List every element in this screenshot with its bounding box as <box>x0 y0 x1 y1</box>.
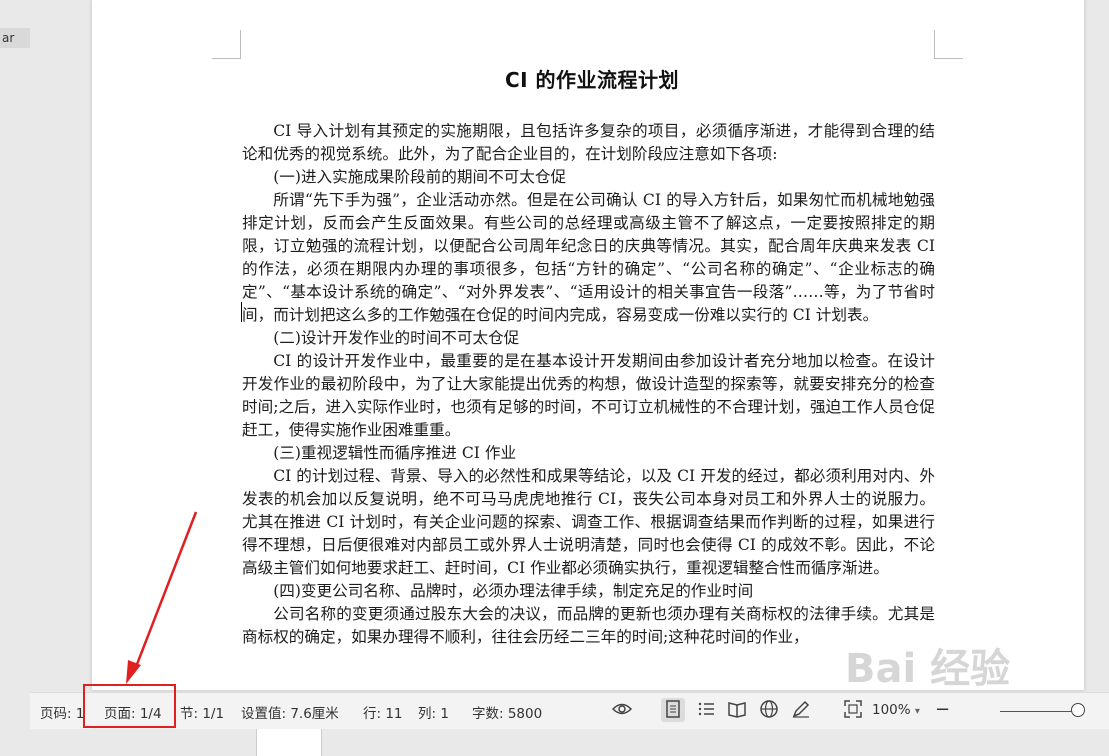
section-heading[interactable]: (一)进入实施成果阶段前的期间不可太仓促 <box>242 166 935 189</box>
next-page-edge <box>256 728 322 756</box>
zoom-out-button[interactable]: − <box>935 699 950 720</box>
reading-mode-icon[interactable] <box>725 698 749 722</box>
status-bar: 页码: 1 页面: 1/4 节: 1/1 设置值: 7.6厘米 行: 11 列:… <box>30 692 1109 729</box>
zoom-slider-track[interactable] <box>1000 711 1074 712</box>
document-title[interactable]: CI 的作业流程计划 <box>242 64 942 93</box>
annotation-highlight-box <box>83 684 176 728</box>
text-cursor <box>241 302 242 322</box>
section-heading[interactable]: (三)重视逻辑性而循序推进 CI 作业 <box>242 442 935 465</box>
paragraph[interactable]: 所谓“先下手为强”，企业活动亦然。但是在公司确认 CI 的导入方针后，如果匆忙而… <box>242 189 935 327</box>
page-view-icon[interactable] <box>661 698 685 722</box>
word-count-indicator[interactable]: 字数: 5800 <box>472 702 542 722</box>
paragraph[interactable]: 公司名称的变更须通过股东大会的决议，而品牌的更新也须办理有关商标权的法律手续。尤… <box>242 603 935 649</box>
section-indicator[interactable]: 节: 1/1 <box>180 702 224 722</box>
margin-corner-top-left <box>212 30 241 59</box>
section-heading[interactable]: (四)变更公司名称、品牌时，必须办理法律手续，制定充足的作业时间 <box>242 580 935 603</box>
setting-value-indicator[interactable]: 设置值: 7.6厘米 <box>241 702 339 722</box>
row-indicator[interactable]: 行: 11 <box>363 702 403 722</box>
eye-protection-icon[interactable] <box>610 698 634 722</box>
paragraph[interactable]: CI 的设计开发作业中，最重要的是在基本设计开发期间由参加设计者充分地加以检查。… <box>242 350 935 442</box>
document-body[interactable]: CI 导入计划有其预定的实施期限，且包括许多复杂的项目，必须循序渐进，才能得到合… <box>242 120 935 649</box>
zoom-level-value: 100% <box>872 702 911 718</box>
document-page: CI 的作业流程计划 CI 导入计划有其预定的实施期限，且包括许多复杂的项目，必… <box>92 0 1084 690</box>
paragraph[interactable]: CI 导入计划有其预定的实施期限，且包括许多复杂的项目，必须循序渐进，才能得到合… <box>242 120 935 166</box>
side-panel-tab[interactable]: ar <box>0 28 30 48</box>
paragraph[interactable]: CI 的计划过程、背景、导入的必然性和成果等结论，以及 CI 开发的经过，都必须… <box>242 465 935 580</box>
zoom-slider-thumb[interactable] <box>1071 703 1085 717</box>
web-layout-icon[interactable] <box>757 698 781 722</box>
section-heading[interactable]: (二)设计开发作业的时间不可太仓促 <box>242 327 935 350</box>
zoom-level-dropdown[interactable]: 100% ▾ <box>872 702 920 718</box>
outline-view-icon[interactable] <box>694 698 718 722</box>
page-code-indicator[interactable]: 页码: 1 <box>40 702 84 722</box>
pen-write-icon[interactable] <box>789 698 813 722</box>
chevron-down-icon: ▾ <box>914 706 920 717</box>
margin-corner-top-right <box>934 30 963 59</box>
column-indicator[interactable]: 列: 1 <box>418 702 449 722</box>
fit-page-icon[interactable] <box>841 698 865 722</box>
